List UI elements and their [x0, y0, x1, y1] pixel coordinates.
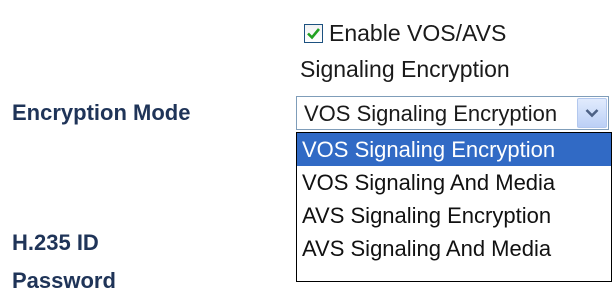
encryption-mode-select[interactable]: VOS Signaling Encryption: [296, 96, 609, 130]
encryption-mode-dropdown-list: VOS Signaling Encryption VOS Signaling A…: [296, 132, 612, 282]
enable-encryption-label: Enable VOS/AVS: [329, 20, 507, 46]
enable-encryption-label-line2: Signaling Encryption: [300, 56, 510, 82]
dropdown-option[interactable]: VOS Signaling Encryption: [297, 133, 611, 166]
password-label: Password: [12, 268, 116, 293]
enable-encryption-row[interactable]: Enable VOS/AVS: [304, 20, 506, 46]
dropdown-option[interactable]: AVS Signaling And Media: [297, 232, 611, 265]
checkmark-icon: [307, 27, 321, 39]
chevron-down-icon: [585, 109, 599, 118]
dropdown-option[interactable]: AVS Signaling Encryption: [297, 199, 611, 232]
enable-encryption-checkbox[interactable]: [304, 23, 323, 43]
dropdown-option[interactable]: VOS Signaling And Media: [297, 166, 611, 199]
encryption-mode-label: Encryption Mode: [12, 100, 191, 125]
h235-id-label: H.235 ID: [12, 230, 99, 255]
encryption-mode-selected-value: VOS Signaling Encryption: [304, 101, 558, 126]
dropdown-arrow-button[interactable]: [577, 98, 607, 128]
